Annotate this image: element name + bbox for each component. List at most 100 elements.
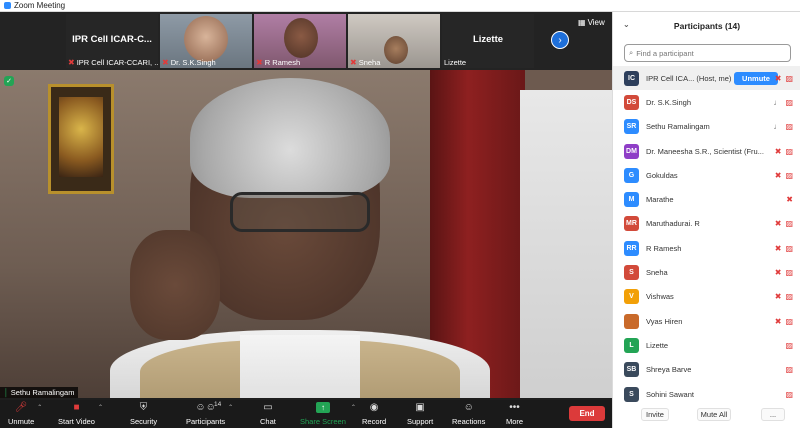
participant-status-icons: ✖ ▨ xyxy=(775,292,793,301)
next-page-button[interactable]: › xyxy=(551,31,569,49)
chevron-up-icon[interactable]: ⌃ xyxy=(37,404,42,411)
audio-level-icon: │ xyxy=(4,388,9,397)
participant-row[interactable]: MR Maruthadurai. R ✖ ▨ xyxy=(613,212,800,236)
participant-row[interactable]: L Lizette ▨ xyxy=(613,333,800,357)
mic-off-icon: ✖ xyxy=(350,58,357,67)
record-icon: ◉ xyxy=(369,402,379,413)
tile-big-name: Lizette xyxy=(472,34,504,45)
avatar: IC xyxy=(624,70,639,86)
video-off-icon: ■ xyxy=(73,402,80,413)
participant-row[interactable]: SB Shreya Barve ▨ xyxy=(613,358,800,382)
view-button[interactable]: ▦ View xyxy=(578,18,605,27)
more-options-button[interactable]: ... xyxy=(761,408,785,421)
video-tile-lizette[interactable]: Lizette Lizette xyxy=(442,14,534,68)
participant-status-icons: ✖ ▨ xyxy=(775,74,793,83)
participant-row[interactable]: G Gokuldas ✖ ▨ xyxy=(613,163,800,187)
tile-name: ✖ Sneha xyxy=(350,58,381,67)
support-button[interactable]: ▣ Support xyxy=(407,402,433,426)
participant-status-icons: ▨ xyxy=(785,390,793,399)
mic-off-icon: 🎤︎ xyxy=(14,402,28,413)
participant-row[interactable]: S Sneha ✖ ▨ xyxy=(613,260,800,284)
participant-video xyxy=(284,18,318,58)
participant-row[interactable]: DS Dr. S.K.Singh ♩ ▨ xyxy=(613,90,800,114)
video-off-icon: ▨ xyxy=(785,365,793,375)
participant-status-icons: ✖ ▨ xyxy=(775,171,793,180)
participants-button[interactable]: ☺☺ 14 Participants ⌃ xyxy=(186,401,233,426)
record-button[interactable]: ◉ Record xyxy=(362,402,386,426)
participant-search[interactable]: ⌕ xyxy=(624,44,791,62)
participant-row[interactable]: V Vishwas ✖ ▨ xyxy=(613,285,800,309)
chevron-up-icon[interactable]: ⌃ xyxy=(228,404,233,411)
panel-title: Participants (14) xyxy=(673,21,741,31)
chat-icon: ▭ xyxy=(263,402,273,413)
avatar: L xyxy=(624,337,639,353)
mic-off-icon: ✖ xyxy=(786,195,793,205)
participant-row[interactable]: SR Sethu Ramalingam ♩ ▨ xyxy=(613,115,800,139)
avatar: S xyxy=(624,265,639,281)
video-off-icon: ▨ xyxy=(785,97,793,107)
participant-name: Sohini Sawant xyxy=(646,389,694,399)
video-off-icon: ▨ xyxy=(785,268,793,278)
panel-header: ⌄ Participants (14) xyxy=(613,12,800,40)
unmute-button[interactable]: 🎤︎ Unmute ⌃ xyxy=(8,402,42,426)
search-icon: ⌕ xyxy=(629,48,634,57)
people-icon: ☺☺ xyxy=(195,402,216,413)
window-title: Zoom Meeting xyxy=(14,1,66,10)
participant-row[interactable]: IC IPR Cell ICA... (Host, me) Unmute ✖ ▨ xyxy=(613,66,800,91)
security-button[interactable]: ⛨ Security xyxy=(130,402,157,426)
mic-off-icon: ✖ xyxy=(774,146,782,156)
chevron-right-icon: › xyxy=(558,34,562,46)
participant-status-icons: ✖ ▨ xyxy=(775,244,793,253)
participant-name: Dr. S.K.Singh xyxy=(646,97,692,107)
mic-off-icon: ✖ xyxy=(774,170,782,180)
chevron-up-icon[interactable]: ⌃ xyxy=(351,404,356,411)
mute-all-button[interactable]: Mute All xyxy=(697,408,731,421)
gallery-strip: IPR Cell ICAR-C... ✖ IPR Cell ICAR-CCARI,… xyxy=(0,12,612,70)
video-tile-r-ramesh[interactable]: ✖ R Ramesh xyxy=(254,14,346,68)
tile-name: Lizette xyxy=(444,58,467,67)
video-tile-sneha[interactable]: ✖ Sneha xyxy=(348,14,440,68)
mic-off-icon: ✖ xyxy=(774,292,782,302)
encryption-shield-icon[interactable]: ✓ xyxy=(4,76,14,86)
participant-status-icons: ♩ ▨ xyxy=(773,122,793,131)
video-off-icon: ▨ xyxy=(785,146,793,156)
chevron-up-icon[interactable]: ⌃ xyxy=(98,404,103,411)
mic-off-icon: ✖ xyxy=(68,58,75,67)
participant-video xyxy=(184,16,228,62)
search-input[interactable] xyxy=(636,48,777,58)
zoom-logo-icon xyxy=(4,2,11,9)
participants-panel: ⌄ Participants (14) ⌕ IC IPR Cell ICA... … xyxy=(612,12,800,428)
video-off-icon: ▨ xyxy=(785,243,793,253)
chevron-down-icon[interactable]: ⌄ xyxy=(623,20,630,29)
tile-name: ✖ Dr. S.K.Singh xyxy=(162,58,216,67)
wall-picture xyxy=(48,84,114,194)
video-tile-sk-singh[interactable]: ✖ Dr. S.K.Singh xyxy=(160,14,252,68)
mic-icon: ♩ xyxy=(773,97,782,107)
participant-name: Sethu Ramalingam xyxy=(646,122,710,132)
reactions-button[interactable]: ☺ Reactions xyxy=(452,402,485,426)
avatar: DM xyxy=(624,143,639,159)
unmute-self-button[interactable]: Unmute xyxy=(734,71,778,85)
video-off-icon: ▨ xyxy=(785,292,793,302)
mic-off-icon: ✖ xyxy=(162,58,169,67)
more-button[interactable]: ••• More xyxy=(506,402,523,426)
end-meeting-button[interactable]: End xyxy=(569,406,605,421)
chat-button[interactable]: ▭ Chat xyxy=(260,402,276,426)
shield-icon: ⛨ xyxy=(139,402,148,413)
start-video-button[interactable]: ■ Start Video ⌃ xyxy=(58,402,103,426)
support-icon: ▣ xyxy=(415,402,425,413)
participant-row[interactable]: RR R Ramesh ✖ ▨ xyxy=(613,236,800,260)
participant-name: Vishwas xyxy=(646,292,674,302)
mic-off-icon: ✖ xyxy=(774,268,782,278)
share-screen-button[interactable]: ↑ Share Screen ⌃ xyxy=(300,402,356,426)
participant-row[interactable]: M Marathe ✖ xyxy=(613,187,800,211)
video-tile-ipr-cell[interactable]: IPR Cell ICAR-C... ✖ IPR Cell ICAR-CCARI,… xyxy=(66,14,158,68)
tile-name: ✖ R Ramesh xyxy=(256,58,301,67)
participant-row[interactable]: Vyas Hiren ✖ ▨ xyxy=(613,309,800,333)
participant-row[interactable]: DM Dr. Maneesha S.R., Scientist (Fru... ✖ ▨ xyxy=(613,139,800,163)
avatar: M xyxy=(624,192,639,208)
avatar xyxy=(624,313,639,329)
tile-name: ✖ IPR Cell ICAR-CCARI, ... xyxy=(68,58,158,67)
invite-button[interactable]: Invite xyxy=(641,408,669,421)
avatar: DS xyxy=(624,94,639,110)
